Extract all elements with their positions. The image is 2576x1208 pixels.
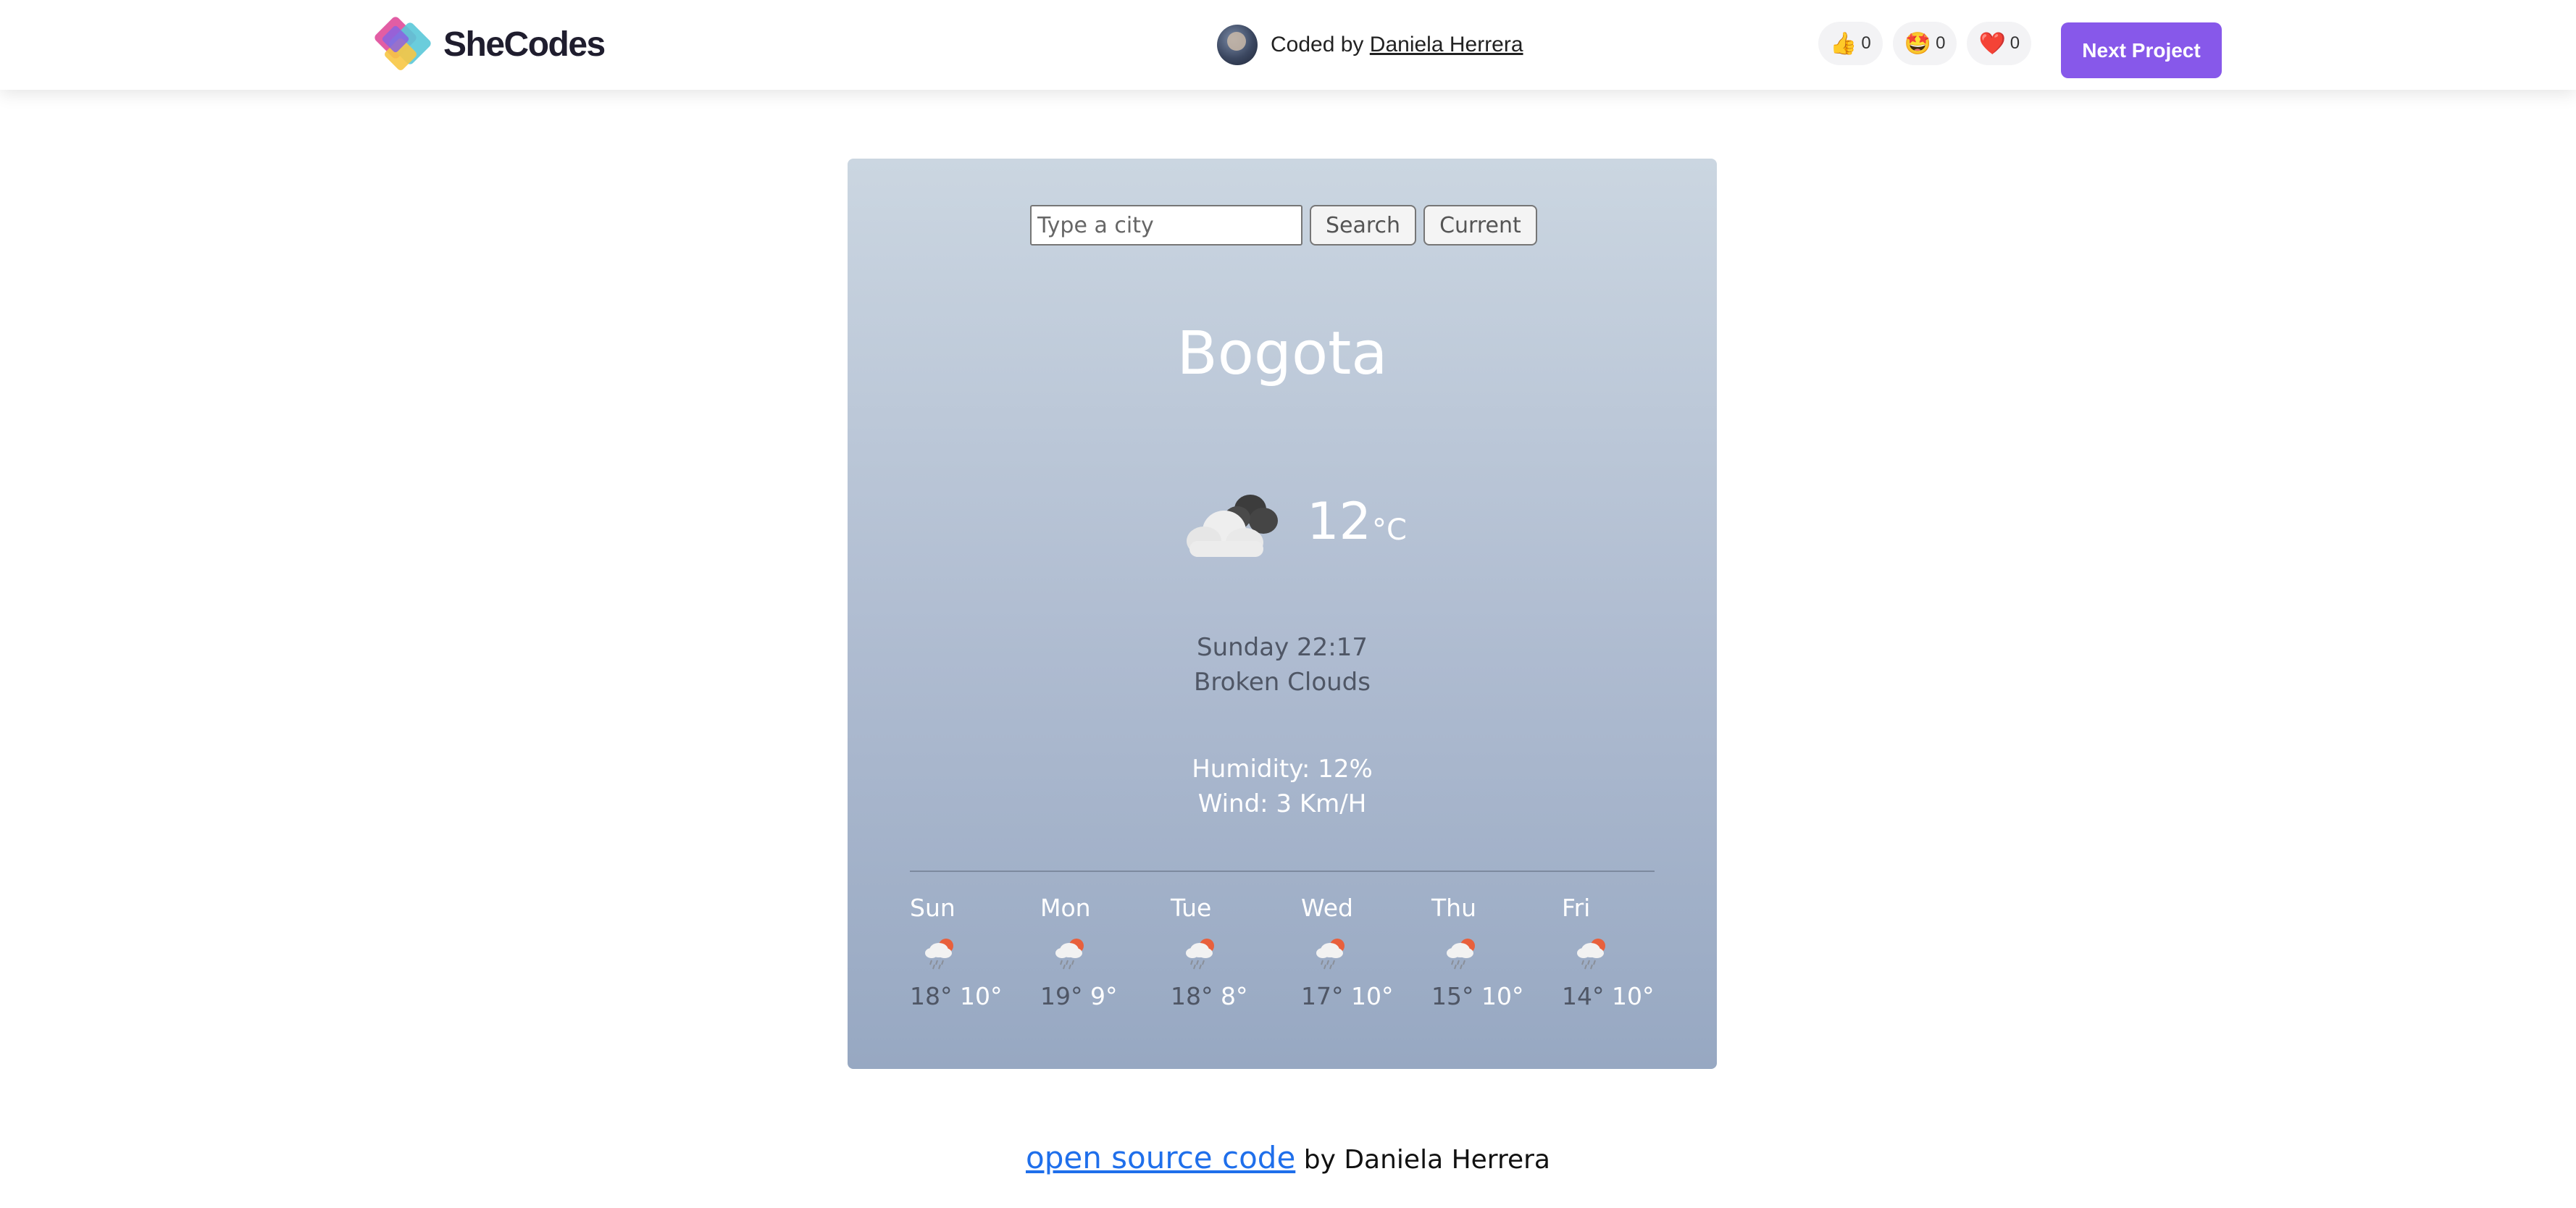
forecast-day: Fri 14° 10°	[1562, 894, 1692, 1010]
current-datetime: Sunday 22:17	[1196, 633, 1368, 662]
divider	[910, 871, 1655, 872]
forecast-temps: 19° 9°	[1040, 982, 1171, 1010]
reaction-thumbs-up[interactable]: 👍 0	[1818, 22, 1883, 65]
forecast-low: 10°	[1612, 982, 1655, 1010]
current-conditions: 12 °C	[848, 477, 1717, 579]
forecast-high: 14°	[1562, 982, 1605, 1010]
forecast-high: 19°	[1040, 982, 1083, 1010]
temperature-unit[interactable]: °C	[1372, 513, 1407, 547]
rain-sun-icon	[1577, 939, 1605, 970]
search-form: Search Current	[1030, 205, 1537, 246]
forecast-temps: 14° 10°	[1562, 982, 1692, 1010]
weather-description: Broken Clouds	[1194, 668, 1371, 697]
forecast-high: 17°	[1301, 982, 1344, 1010]
humidity: Humidity: 12%	[1192, 755, 1373, 784]
footer: open source code by Daniela Herrera	[0, 1140, 2576, 1175]
rain-sun-icon	[1186, 939, 1214, 970]
forecast-temps: 18° 10°	[910, 982, 1040, 1010]
rain-sun-icon	[1447, 939, 1475, 970]
coded-by-prefix: Coded by	[1271, 33, 1364, 56]
rain-sun-icon	[925, 939, 953, 970]
forecast-high: 18°	[910, 982, 953, 1010]
forecast-low: 10°	[960, 982, 1003, 1010]
forecast-high: 18°	[1171, 982, 1213, 1010]
rain-sun-icon	[1316, 939, 1345, 970]
rain-sun-icon	[1055, 939, 1084, 970]
forecast-temps: 18° 8°	[1171, 982, 1301, 1010]
forecast-day: Mon 19° 9°	[1040, 894, 1171, 1010]
reaction-count: 0	[1861, 33, 1871, 53]
forecast-low: 10°	[1351, 982, 1394, 1010]
city-search-input[interactable]	[1030, 205, 1302, 246]
forecast-day-name: Wed	[1301, 894, 1353, 922]
current-location-button[interactable]: Current	[1423, 205, 1537, 246]
reactions: 👍 0 🤩 0 ❤️ 0	[1818, 22, 2032, 65]
reaction-count: 0	[1936, 33, 1946, 53]
top-navbar: SheCodes Coded by Daniela Herrera 👍 0 🤩 …	[0, 0, 2576, 90]
author-credit: Coded by Daniela Herrera	[1217, 23, 1523, 67]
forecast-day-name: Thu	[1431, 894, 1476, 922]
shecodes-logo-icon	[375, 17, 431, 70]
forecast-day-name: Tue	[1171, 894, 1212, 922]
forecast-low: 9°	[1090, 982, 1118, 1010]
forecast-high: 15°	[1431, 982, 1474, 1010]
open-source-link[interactable]: open source code	[1026, 1140, 1295, 1175]
forecast-row: Sun 18° 10° Mon 19° 9° Tue 18° 8° Wed 17…	[910, 894, 1692, 1010]
avatar	[1217, 25, 1258, 65]
forecast-day: Thu 15° 10°	[1431, 894, 1562, 1010]
thumbs-up-icon: 👍	[1830, 31, 1857, 56]
forecast-low: 8°	[1221, 982, 1248, 1010]
wind-speed: Wind: 3 Km/H	[1197, 789, 1367, 818]
forecast-day: Sun 18° 10°	[910, 894, 1040, 1010]
shecodes-logo[interactable]: SheCodes	[369, 13, 609, 78]
forecast-day: Tue 18° 8°	[1171, 894, 1301, 1010]
weather-card: Search Current Bogota 12 °C Sunday 22:17…	[848, 159, 1717, 1069]
brand-name: SheCodes	[443, 25, 606, 64]
current-temperature: 12	[1307, 492, 1372, 551]
date-description: Sunday 22:17 Broken Clouds	[848, 630, 1717, 700]
broken-clouds-icon	[1187, 495, 1278, 557]
next-project-button[interactable]: Next Project	[2061, 22, 2222, 78]
coded-by-text: Coded by Daniela Herrera	[1271, 33, 1523, 57]
forecast-temps: 17° 10°	[1301, 982, 1431, 1010]
weather-details: Humidity: 12% Wind: 3 Km/H	[848, 752, 1717, 821]
footer-credit: by Daniela Herrera	[1303, 1145, 1550, 1175]
search-button[interactable]: Search	[1310, 205, 1417, 246]
forecast-low: 10°	[1481, 982, 1524, 1010]
reaction-star-struck[interactable]: 🤩 0	[1892, 22, 1957, 65]
forecast-day-name: Mon	[1040, 894, 1091, 922]
forecast-temps: 15° 10°	[1431, 982, 1562, 1010]
reaction-count: 0	[2010, 33, 2020, 53]
star-struck-icon: 🤩	[1904, 31, 1932, 56]
author-link[interactable]: Daniela Herrera	[1370, 33, 1523, 56]
forecast-day-name: Fri	[1562, 894, 1591, 922]
heart-icon: ❤️	[1978, 31, 2006, 56]
reaction-heart[interactable]: ❤️ 0	[1967, 22, 2032, 65]
city-name: Bogota	[1176, 319, 1388, 388]
forecast-day: Wed 17° 10°	[1301, 894, 1431, 1010]
forecast-day-name: Sun	[910, 894, 955, 922]
